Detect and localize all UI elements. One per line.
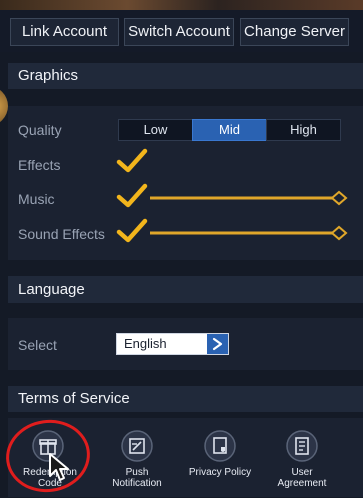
- quality-option-low[interactable]: Low: [118, 119, 193, 141]
- graphics-section-title: Graphics: [8, 63, 363, 89]
- side-decoration: [0, 86, 8, 126]
- cursor-pointer-icon: [49, 453, 69, 481]
- music-checkbox[interactable]: [116, 183, 148, 209]
- music-volume-slider[interactable]: [150, 190, 348, 206]
- user-agreement-label-line2: Agreement: [277, 478, 327, 489]
- effects-label: Effects: [18, 157, 61, 173]
- effects-checkbox[interactable]: [116, 148, 148, 174]
- quality-option-mid[interactable]: Mid: [192, 119, 267, 141]
- push-notification-label-line1: Push: [125, 467, 149, 478]
- change-server-button[interactable]: Change Server: [240, 18, 349, 46]
- sound-effects-checkbox[interactable]: [116, 218, 148, 244]
- language-section-title: Language: [8, 276, 363, 303]
- language-select-label: Select: [18, 337, 57, 353]
- privacy-policy-label: Privacy Policy: [188, 467, 252, 478]
- chevron-right-icon[interactable]: [207, 334, 228, 354]
- quality-option-high[interactable]: High: [266, 119, 341, 141]
- user-agreement-label-line1: User: [291, 467, 313, 478]
- language-select[interactable]: English: [116, 333, 229, 355]
- quality-label: Quality: [18, 122, 62, 138]
- language-selected-value: English: [124, 336, 167, 351]
- background-strip: [0, 0, 363, 10]
- switch-account-button[interactable]: Switch Account: [124, 18, 234, 46]
- user-agreement-tile[interactable]: [286, 430, 318, 467]
- document-icon: [286, 430, 318, 462]
- sound-effects-label: Sound Effects: [18, 226, 105, 242]
- sound-effects-volume-slider[interactable]: [150, 225, 348, 241]
- shield-icon: [204, 430, 236, 462]
- push-notification-label-line2: Notification: [112, 478, 162, 489]
- privacy-policy-tile[interactable]: [204, 430, 236, 467]
- music-label: Music: [18, 191, 55, 207]
- terms-section-title: Terms of Service: [8, 386, 363, 412]
- notification-icon: [121, 430, 153, 462]
- push-notification-tile[interactable]: [121, 430, 153, 467]
- link-account-button[interactable]: Link Account: [10, 18, 119, 46]
